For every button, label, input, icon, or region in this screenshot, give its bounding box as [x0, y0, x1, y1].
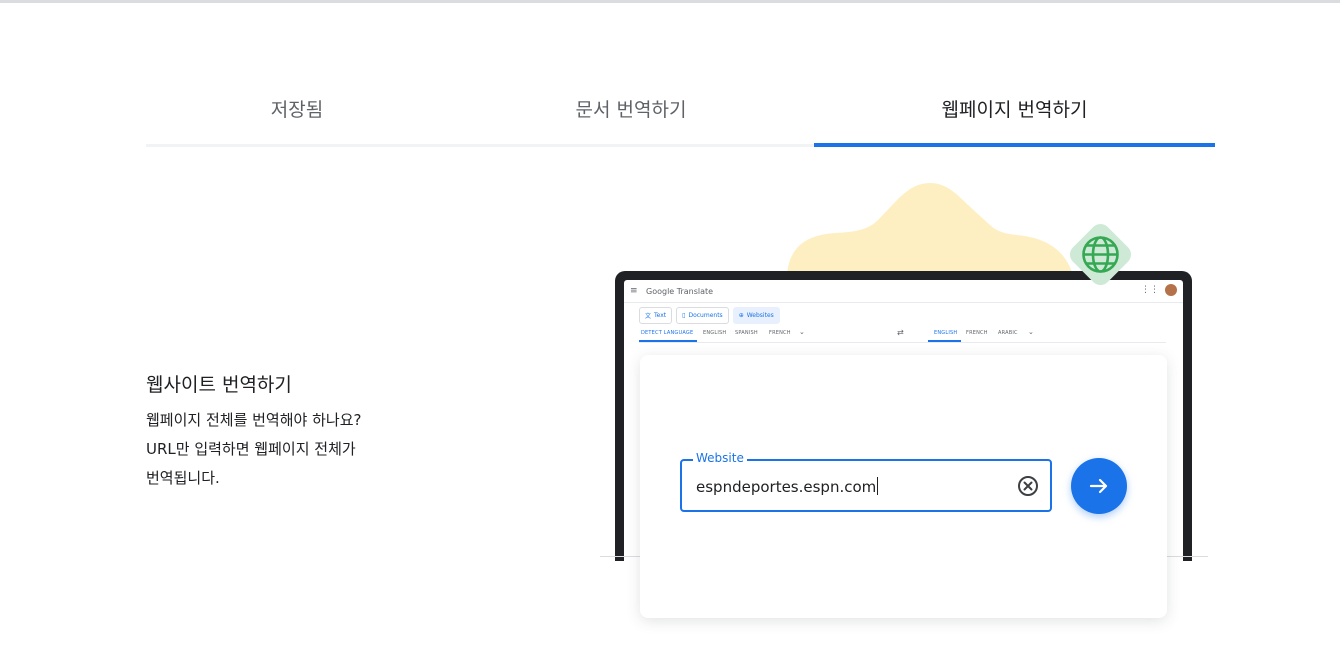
mock-lang-english: ENGLISH	[703, 330, 727, 336]
tab-bar: 저장됨 문서 번역하기 웹페이지 번역하기	[146, 72, 1215, 148]
mock-tab-text-label: Text	[654, 312, 667, 319]
website-field[interactable]: Website espndeportes.espn.com	[680, 451, 1052, 512]
apps-grid-icon: ⋮⋮	[1141, 285, 1159, 295]
menu-icon: ≡	[630, 286, 638, 296]
mock-lang-french: FRENCH	[769, 330, 791, 336]
website-input[interactable]: espndeportes.espn.com	[696, 477, 879, 496]
mock-target-french: FRENCH	[966, 330, 988, 336]
star-shape	[787, 183, 1073, 275]
globe-badge	[1069, 223, 1132, 286]
mock-mode-tabs: 文 Text ▯ Documents ⊕ Websites	[639, 307, 780, 324]
tab-webpages[interactable]: 웹페이지 번역하기	[814, 72, 1215, 144]
tab-documents-label: 문서 번역하기	[575, 98, 687, 121]
tab-saved[interactable]: 저장됨	[146, 72, 448, 144]
swap-icon: ⇄	[897, 328, 904, 337]
mock-tab-websites-label: Websites	[746, 312, 774, 319]
brand-google: Google	[646, 286, 675, 296]
mock-tab-documents-label: Documents	[688, 312, 723, 319]
mock-lang-detect: DETECT LANGUAGE	[641, 330, 694, 336]
mock-language-bar: DETECT LANGUAGE ENGLISH SPANISH FRENCH ⌄…	[639, 325, 1166, 343]
tab-active-indicator	[814, 143, 1215, 147]
mock-target-arabic: ARABIC	[998, 330, 1018, 336]
website-input-value: espndeportes.espn.com	[696, 478, 877, 496]
mock-tab-websites: ⊕ Websites	[732, 307, 780, 324]
feature-description: 웹페이지 전체를 번역해야 하나요? URL만 입력하면 웹페이지 전체가 번역…	[146, 406, 361, 493]
feature-desc-line1: 웹페이지 전체를 번역해야 하나요?	[146, 411, 362, 429]
chevron-down-icon: ⌄	[1028, 328, 1035, 336]
mock-tab-documents: ▯ Documents	[676, 307, 729, 324]
mock-lang-source-underline	[639, 340, 697, 342]
feature-title: 웹사이트 번역하기	[146, 374, 292, 396]
text-caret	[877, 477, 879, 495]
tab-documents[interactable]: 문서 번역하기	[448, 72, 814, 144]
mock-lang-target-underline	[928, 340, 961, 342]
tab-saved-label: 저장됨	[270, 98, 324, 121]
mock-lang-spanish: SPANISH	[735, 330, 758, 336]
tab-rail	[146, 144, 814, 147]
clear-icon[interactable]	[1017, 475, 1039, 497]
translate-website-button[interactable]	[1071, 458, 1127, 514]
avatar	[1165, 284, 1177, 296]
feature-desc-line3: 번역됩니다.	[146, 469, 220, 487]
top-divider	[0, 0, 1340, 3]
brand-product: Translate	[676, 286, 714, 296]
website-field-label: Website	[693, 451, 747, 465]
feature-desc-line2: URL만 입력하면 웹페이지 전체가	[146, 440, 356, 458]
website-input-card: Website espndeportes.espn.com	[640, 355, 1167, 618]
google-translate-logo: Google Translate	[646, 287, 713, 296]
chevron-down-icon: ⌄	[799, 328, 806, 336]
mock-tab-text: 文 Text	[639, 307, 673, 324]
arrow-right-icon	[1089, 478, 1108, 494]
tab-webpages-label: 웹페이지 번역하기	[941, 98, 1088, 121]
website-translate-illustration: ≡ Google Translate ⋮⋮ 文 Text ▯ Documents ⊕…	[595, 180, 1215, 640]
mock-target-english: ENGLISH	[934, 330, 958, 336]
